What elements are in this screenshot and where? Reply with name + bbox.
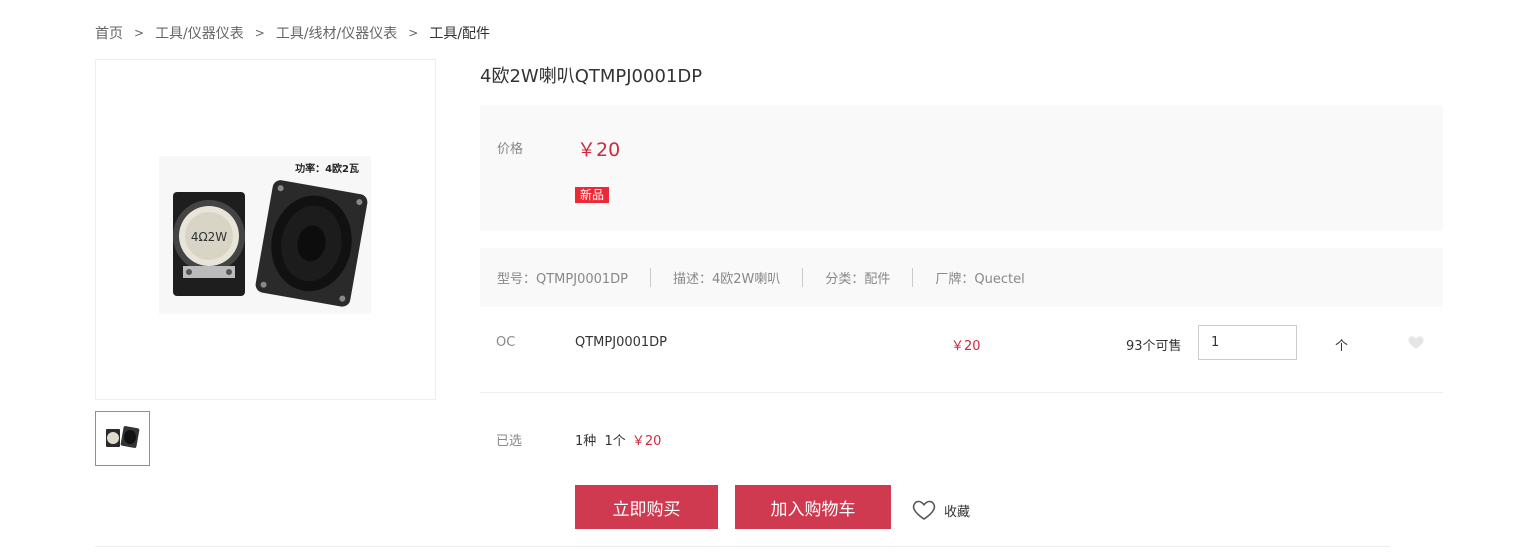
spec-model: 型号：QTMPJ0001DP (497, 272, 628, 287)
heart-icon[interactable] (1407, 333, 1425, 351)
variant-oc: OC (496, 335, 516, 350)
variant-row: OC QTMPJ0001DP ￥20 93个可售 个 (480, 307, 1443, 393)
spec-divider (912, 268, 914, 287)
product-main-image[interactable]: 功率：4欧2瓦 4Ω2W (95, 59, 436, 400)
new-badge: 新品 (575, 187, 610, 203)
breadcrumb-home[interactable]: 首页 (95, 23, 123, 43)
product-price: ￥20 (577, 139, 621, 161)
spec-description: 描述：4欧2W喇叭 (673, 272, 781, 287)
variant-price: ￥20 (951, 339, 981, 354)
selected-price: ￥20 (631, 434, 662, 449)
heart-outline-icon (912, 500, 936, 520)
add-to-cart-button[interactable]: 加入购物车 (735, 485, 891, 529)
favorite-button[interactable]: 收藏 (912, 499, 970, 521)
svg-text:4Ω2W: 4Ω2W (191, 230, 227, 244)
spec-category: 分类：配件 (825, 272, 891, 287)
variant-stock: 93个可售 (1126, 339, 1182, 354)
breadcrumb: 首页 > 工具/仪器仪表 > 工具/线材/仪器仪表 > 工具/配件 (95, 23, 490, 43)
product-title: 4欧2W喇叭QTMPJ0001DP (480, 66, 703, 87)
quantity-input[interactable] (1198, 325, 1297, 360)
selected-label: 已选 (496, 434, 523, 449)
breadcrumb-separator: > (134, 26, 145, 40)
price-box: 价格 ￥20 新品 (480, 105, 1443, 231)
favorite-label: 收藏 (944, 504, 971, 520)
variant-unit: 个 (1335, 339, 1349, 354)
spec-brand: 厂牌：Quectel (935, 272, 1025, 287)
price-label: 价格 (497, 142, 524, 157)
divider (95, 546, 1390, 547)
thumbnail-image (106, 426, 140, 448)
variant-model: QTMPJ0001DP (575, 335, 667, 350)
breadcrumb-separator: > (408, 26, 419, 40)
breadcrumb-separator: > (254, 26, 265, 40)
specs-strip: 型号：QTMPJ0001DP 描述：4欧2W喇叭 分类：配件 厂牌：Quecte… (480, 248, 1443, 307)
selected-text: 1种 1个 ￥20 (575, 430, 661, 449)
breadcrumb-tools-instruments[interactable]: 工具/仪器仪表 (155, 23, 244, 43)
spec-divider (650, 268, 651, 287)
spec-divider (802, 268, 804, 287)
buy-now-button[interactable]: 立即购买 (575, 485, 718, 529)
breadcrumb-tools-cables-instruments[interactable]: 工具/线材/仪器仪表 (276, 23, 397, 43)
speaker-image: 4Ω2W (173, 180, 368, 307)
selected-count: 1种 1个 (575, 434, 626, 449)
breadcrumb-current: 工具/配件 (429, 26, 491, 42)
product-thumbnail[interactable] (95, 411, 150, 466)
product-photo: 功率：4欧2瓦 4Ω2W (159, 156, 371, 314)
